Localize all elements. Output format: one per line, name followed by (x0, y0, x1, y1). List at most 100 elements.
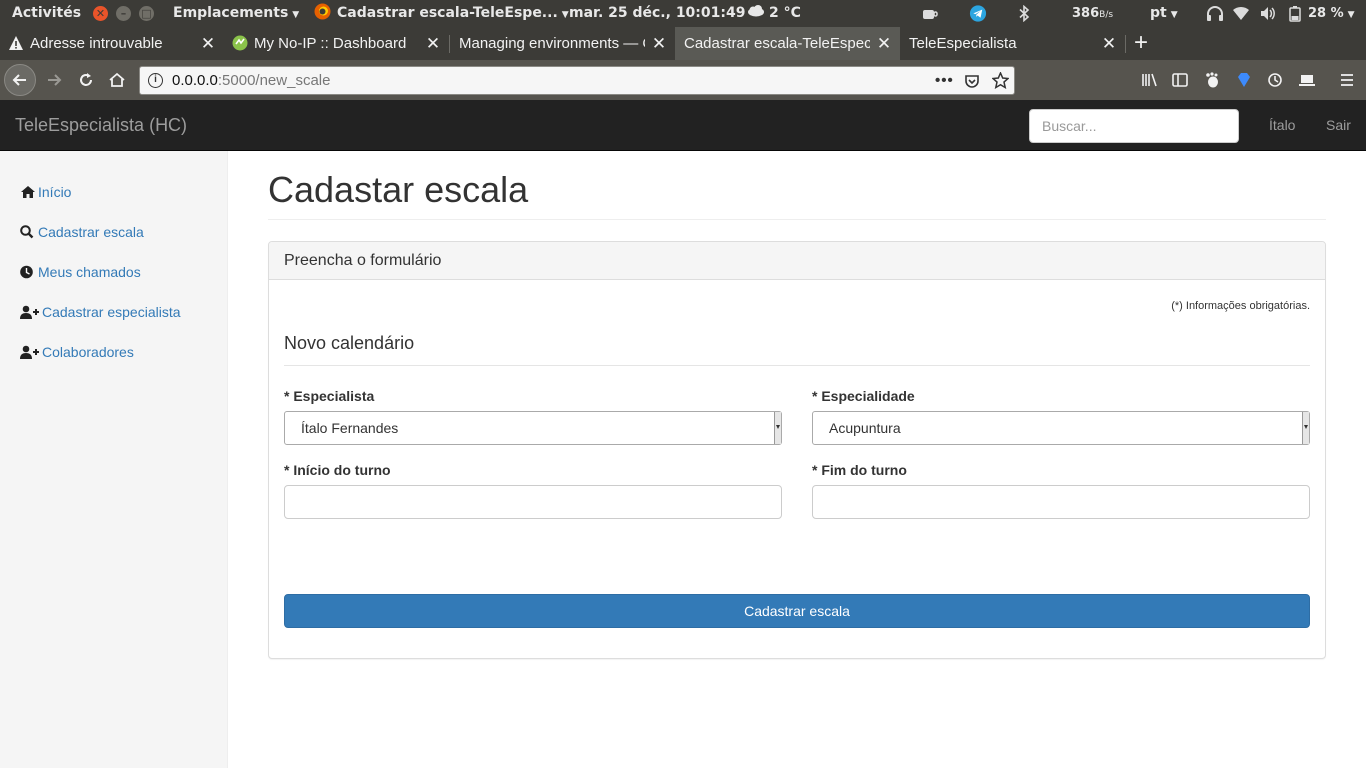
sidebar-item-inicio[interactable]: Início (20, 182, 71, 202)
chevron-down-icon (774, 412, 781, 444)
fim-turno-label: * Fim do turno (812, 462, 907, 478)
user-plus-icon (20, 345, 39, 359)
home-button[interactable] (103, 66, 131, 94)
close-tab-icon[interactable]: ✕ (1101, 27, 1117, 60)
sidebar-toggle-button[interactable] (1166, 66, 1194, 94)
tab-title: Cadastrar escala-TeleEspecia (684, 35, 870, 52)
weather-indicator[interactable]: 2 °C (747, 0, 801, 27)
pocket-icon[interactable] (964, 73, 980, 89)
fim-turno-input[interactable] (812, 485, 1310, 519)
sidebar-item-cadastrar-escala[interactable]: Cadastrar escala (20, 222, 144, 242)
firefox-icon (314, 3, 331, 20)
battery-icon[interactable] (1289, 5, 1301, 22)
page-title: Cadastar escala (268, 169, 529, 210)
close-tab-icon[interactable]: ✕ (876, 27, 892, 60)
window-minimize-button[interactable]: – (116, 6, 131, 21)
url-text[interactable]: 0.0.0.0:5000/new_scale (172, 67, 330, 94)
window-maximize-button[interactable]: □ (139, 6, 154, 21)
sidebar-item-label: Cadastrar especialista (42, 304, 181, 320)
form-legend: Novo calendário (284, 333, 415, 353)
site-info-icon[interactable]: i (148, 73, 163, 88)
form-panel: Preencha o formulário (*) Informações ob… (268, 241, 1326, 659)
home-icon (21, 186, 35, 198)
history-icon (1268, 73, 1282, 87)
search-input[interactable] (1029, 109, 1239, 143)
headphones-icon[interactable] (1206, 5, 1224, 22)
tab-title: Adresse introuvable (30, 35, 163, 52)
required-note: (*) Informações obrigatórias. (1171, 300, 1310, 312)
open-menu-button[interactable] (1333, 66, 1361, 94)
keyboard-layout[interactable]: pt ▼ (1150, 0, 1178, 27)
sidebar-item-label: Início (38, 184, 72, 200)
arrow-right-icon (48, 74, 62, 86)
weather-cloud-icon (748, 5, 764, 17)
tab-noip-dashboard[interactable]: My No-IP :: Dashboard ✕ (224, 27, 449, 60)
clock-icon (20, 265, 33, 279)
hamburger-menu-icon (1341, 74, 1353, 86)
history-button[interactable] (1261, 66, 1289, 94)
coffee-cup-icon[interactable] (921, 5, 939, 22)
synced-devices-button[interactable] (1293, 66, 1321, 94)
extension-gem-button[interactable] (1230, 66, 1258, 94)
especialidade-selected-value: Acupuntura (829, 420, 901, 436)
places-menu[interactable]: Emplacements ▼ (173, 0, 299, 27)
clock[interactable]: mar. 25 déc., 10:01:49 (569, 0, 745, 27)
logout-link[interactable]: Sair (1326, 100, 1351, 151)
back-button[interactable] (4, 64, 36, 96)
window-close-button[interactable]: ✕ (93, 6, 108, 21)
close-tab-icon[interactable]: ✕ (651, 27, 667, 60)
sidebar-item-label: Meus chamados (38, 264, 141, 280)
sidebar-item-cadastrar-especialista[interactable]: Cadastrar especialista (20, 302, 181, 322)
especialista-select[interactable]: Ítalo Fernandes (284, 411, 782, 445)
user-link[interactable]: Ítalo (1269, 100, 1295, 151)
tab-separator (1125, 35, 1126, 53)
page-actions-icon[interactable]: ••• (935, 67, 954, 94)
reload-button[interactable] (72, 66, 100, 94)
tab-adresse-introuvable[interactable]: Adresse introuvable ✕ (0, 27, 224, 60)
app-navbar: TeleEspecialista (HC) Ítalo Sair (0, 100, 1366, 151)
sidebar-item-label: Colaboradores (42, 344, 134, 360)
tab-title: My No-IP :: Dashboard (254, 35, 407, 52)
wifi-icon[interactable] (1232, 5, 1250, 22)
inicio-turno-label: * Início do turno (284, 462, 391, 478)
forward-button[interactable] (40, 66, 68, 94)
divider (268, 219, 1326, 220)
tab-managing-environments[interactable]: Managing environments — C ✕ (450, 27, 675, 60)
volume-icon[interactable] (1259, 5, 1277, 22)
library-button[interactable] (1136, 66, 1164, 94)
sidebar-icon (1172, 73, 1188, 87)
brand-link[interactable]: TeleEspecialista (HC) (15, 100, 187, 151)
url-bar[interactable]: i 0.0.0.0:5000/new_scale ••• (139, 66, 1015, 95)
tab-teleespecialista[interactable]: TeleEspecialista ✕ (900, 27, 1125, 60)
battery-percent[interactable]: 28 % ▼ (1308, 0, 1355, 27)
system-top-bar: Activités ✕ – □ Emplacements ▼ Cadastrar … (0, 0, 1366, 27)
especialidade-select[interactable]: Acupuntura (812, 411, 1310, 445)
bookmark-star-icon[interactable] (992, 72, 1009, 89)
new-tab-button[interactable]: + (1128, 27, 1154, 60)
especialidade-label: * Especialidade (812, 388, 915, 404)
laptop-icon (1299, 75, 1315, 86)
app-menu[interactable]: Cadastrar escala-TeleEspe... ▼ (314, 0, 569, 27)
especialista-selected-value: Ítalo Fernandes (301, 420, 399, 436)
search-icon (20, 225, 34, 239)
bluetooth-icon[interactable] (1018, 5, 1030, 22)
cadastrar-escala-button[interactable]: Cadastrar escala (284, 594, 1310, 628)
sidebar-item-meus-chamados[interactable]: Meus chamados (20, 262, 141, 282)
tab-title: Managing environments — C (459, 35, 645, 52)
close-tab-icon[interactable]: ✕ (425, 27, 441, 60)
chevron-down-icon (1302, 412, 1309, 444)
reload-icon (80, 73, 92, 86)
inicio-turno-input[interactable] (284, 485, 782, 519)
close-tab-icon[interactable]: ✕ (200, 27, 216, 60)
diamond-icon (1238, 73, 1250, 87)
network-speed[interactable]: 386B/s (1072, 0, 1113, 27)
home-icon (109, 72, 125, 87)
library-icon (1142, 73, 1157, 87)
user-plus-icon (20, 305, 39, 319)
sidebar-item-colaboradores[interactable]: Colaboradores (20, 342, 134, 362)
telegram-icon[interactable] (968, 5, 988, 22)
gnome-foot-icon (1206, 72, 1218, 88)
activities-button[interactable]: Activités (12, 0, 81, 27)
tab-cadastrar-escala[interactable]: Cadastrar escala-TeleEspecia ✕ (675, 27, 900, 60)
gnome-extension-button[interactable] (1198, 66, 1226, 94)
